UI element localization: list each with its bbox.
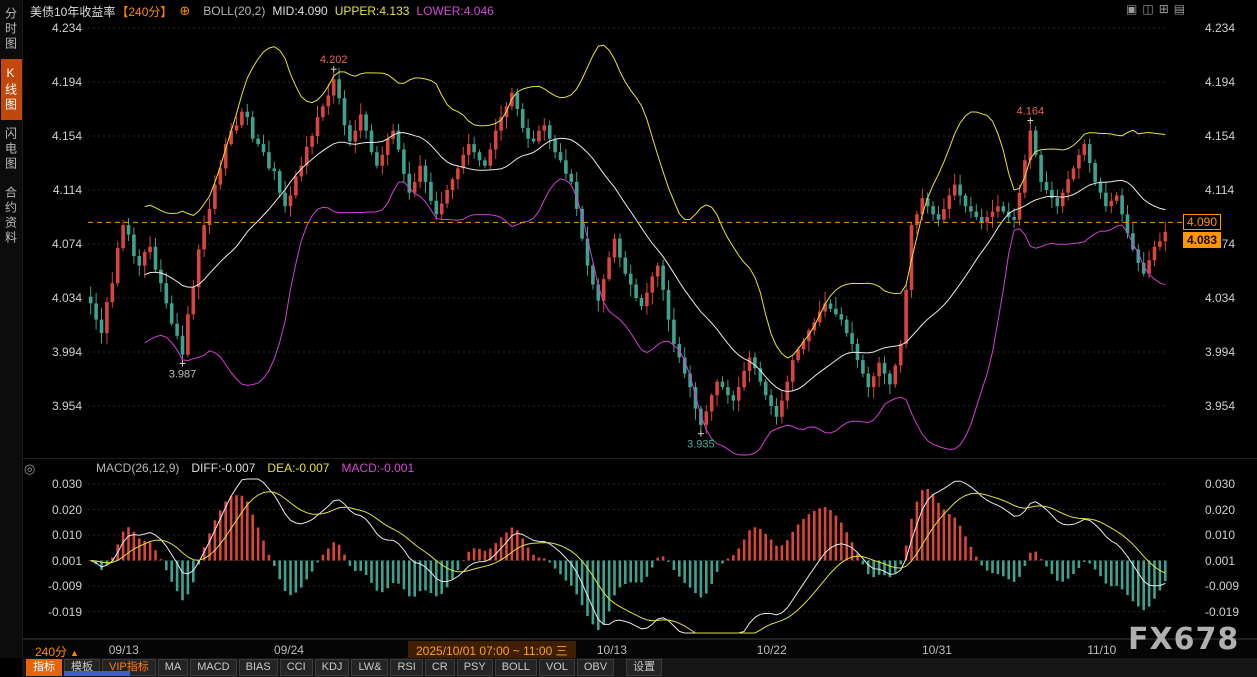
app-root: 4.202 3.987 4.164 3.935 美债10年收益率 【240分】 ⊕ B… <box>0 0 1257 677</box>
indicator-settings-icon[interactable]: ◎ <box>24 461 35 477</box>
annotation-4.202: 4.202 <box>320 54 348 66</box>
macd-axis-label: 0.010 <box>1205 528 1257 542</box>
x-axis-label: 09/13 <box>109 643 139 657</box>
maximize-icon[interactable]: ▤ <box>1174 2 1185 16</box>
toolbar-item-settings[interactable]: 设置 <box>626 659 662 676</box>
sidebar-item-lightning-chart[interactable]: 闪电图 <box>1 120 22 179</box>
toolbar-item-kdj[interactable]: KDJ <box>315 659 350 676</box>
boll-upper-line <box>145 45 1166 358</box>
macd-axis-label: 0.010 <box>22 528 82 542</box>
x-axis-label: 10/31 <box>922 643 952 657</box>
sidebar-item-time-share-chart[interactable]: 分时图 <box>1 0 22 59</box>
y-axis-label: 4.154 <box>1205 129 1257 143</box>
last-price-tag: 4.083 <box>1183 232 1221 248</box>
boll-mid-readout: MID:4.090 <box>272 4 327 18</box>
watermark: FX678 <box>1128 622 1239 657</box>
period-label: 240分 <box>35 645 67 659</box>
y-axis-label: 4.154 <box>22 129 82 143</box>
y-axis-label: 3.954 <box>22 399 82 413</box>
sidebar: 分时图K线图闪电图合约资料 <box>0 0 23 658</box>
macd-axis-label: -0.009 <box>1205 579 1257 593</box>
y-axis-label: 3.994 <box>22 345 82 359</box>
chart-info-bar: 美债10年收益率 【240分】 ⊕ BOLL(20,2) MID:4.090 U… <box>30 3 494 19</box>
x-axis-label: 10/22 <box>757 643 787 657</box>
toolbar-item-obv[interactable]: OBV <box>577 659 614 676</box>
bottom-toolbar: 指标模板VIP指标MAMACDBIASCCIKDJLW&RSICRPSYBOLL… <box>22 658 1257 677</box>
link-icon[interactable]: ⊕ <box>179 3 190 19</box>
y-axis-label: 4.234 <box>1205 21 1257 35</box>
macd-axis-label: -0.009 <box>22 579 82 593</box>
macd-axis-label: -0.019 <box>22 605 82 619</box>
toolbar-item-cci[interactable]: CCI <box>280 659 313 676</box>
period-arrow-icon: ▲ <box>70 648 79 658</box>
boll-lower-readout: LOWER:4.046 <box>416 4 493 18</box>
boll-mid-line <box>145 133 1166 392</box>
macd-macd-readout: MACD:-0.001 <box>341 461 414 475</box>
annotation-3.987: 3.987 <box>169 368 197 380</box>
single-chart-icon[interactable]: ▣ <box>1126 2 1137 16</box>
y-axis-label: 4.034 <box>22 291 82 305</box>
macd-axis-label: 0.001 <box>22 554 82 568</box>
toolbar-item-vol[interactable]: VOL <box>539 659 575 676</box>
toolbar-item-lwr[interactable]: LW& <box>351 659 388 676</box>
macd-label: MACD(26,12,9) <box>96 461 179 475</box>
toolbar-item-cr[interactable]: CR <box>425 659 455 676</box>
y-axis-label: 4.074 <box>22 237 82 251</box>
x-axis-label: 09/24 <box>274 643 304 657</box>
boll-label: BOLL(20,2) <box>203 4 265 18</box>
macd-axis-label: 0.020 <box>22 503 82 517</box>
toolbar-item-bias[interactable]: BIAS <box>239 659 278 676</box>
toolbar-item-indicators[interactable]: 指标 <box>26 659 62 676</box>
current-price-tag: 4.090 <box>1183 214 1221 230</box>
y-axis-label: 4.114 <box>1205 183 1257 197</box>
chart-title: 美债10年收益率 <box>30 3 115 20</box>
annotation-4.164: 4.164 <box>1017 106 1045 118</box>
period-tag: 【240分】 <box>116 3 172 20</box>
toolbar-item-psy[interactable]: PSY <box>457 659 493 676</box>
macd-axis-label: -0.019 <box>1205 605 1257 619</box>
y-axis-label: 4.114 <box>22 183 82 197</box>
time-axis: 240分▲ 2025/10/01 07:00 ~ 11:00 三 09/1309… <box>22 639 1257 659</box>
toolbar-item-rsi[interactable]: RSI <box>390 659 422 676</box>
y-axis-label: 4.194 <box>22 75 82 89</box>
toolbar-item-macd[interactable]: MACD <box>190 659 236 676</box>
grid-chart-icon[interactable]: ⊞ <box>1159 2 1169 16</box>
toolbar-item-boll[interactable]: BOLL <box>495 659 537 676</box>
scrollbar-thumb[interactable] <box>64 671 130 676</box>
candlestick-series <box>89 68 1167 434</box>
sidebar-item-candlestick-chart[interactable]: K线图 <box>1 59 22 120</box>
boll-upper-readout: UPPER:4.133 <box>335 4 410 18</box>
y-axis-label: 4.194 <box>1205 75 1257 89</box>
window-controls: ▣ ◫ ⊞ ▤ <box>1126 2 1185 16</box>
boll-lower-line <box>145 179 1166 455</box>
macd-info-bar: MACD(26,12,9) DIFF:-0.007 DEA:-0.007 MAC… <box>90 461 414 475</box>
y-axis-label: 4.034 <box>1205 291 1257 305</box>
toolbar-item-ma[interactable]: MA <box>158 659 189 676</box>
y-axis-label: 4.234 <box>22 21 82 35</box>
macd-axis-label: 0.001 <box>1205 554 1257 568</box>
dual-chart-icon[interactable]: ◫ <box>1142 2 1153 16</box>
macd-axis-label: 0.030 <box>22 477 82 491</box>
x-axis-label: 10/13 <box>597 643 627 657</box>
y-axis-label: 3.994 <box>1205 345 1257 359</box>
y-axis-label: 3.954 <box>1205 399 1257 413</box>
macd-axis-label: 0.020 <box>1205 503 1257 517</box>
x-axis-label: 11/10 <box>1087 643 1116 657</box>
annotation-3.935: 3.935 <box>687 439 715 451</box>
macd-axis-label: 0.030 <box>1205 477 1257 491</box>
macd-dea-readout: DEA:-0.007 <box>267 461 329 475</box>
chart-canvas[interactable]: 4.202 3.987 4.164 3.935 <box>0 0 1257 677</box>
sidebar-item-contract-info[interactable]: 合约资料 <box>1 179 22 253</box>
macd-diff-readout: DIFF:-0.007 <box>191 461 255 475</box>
